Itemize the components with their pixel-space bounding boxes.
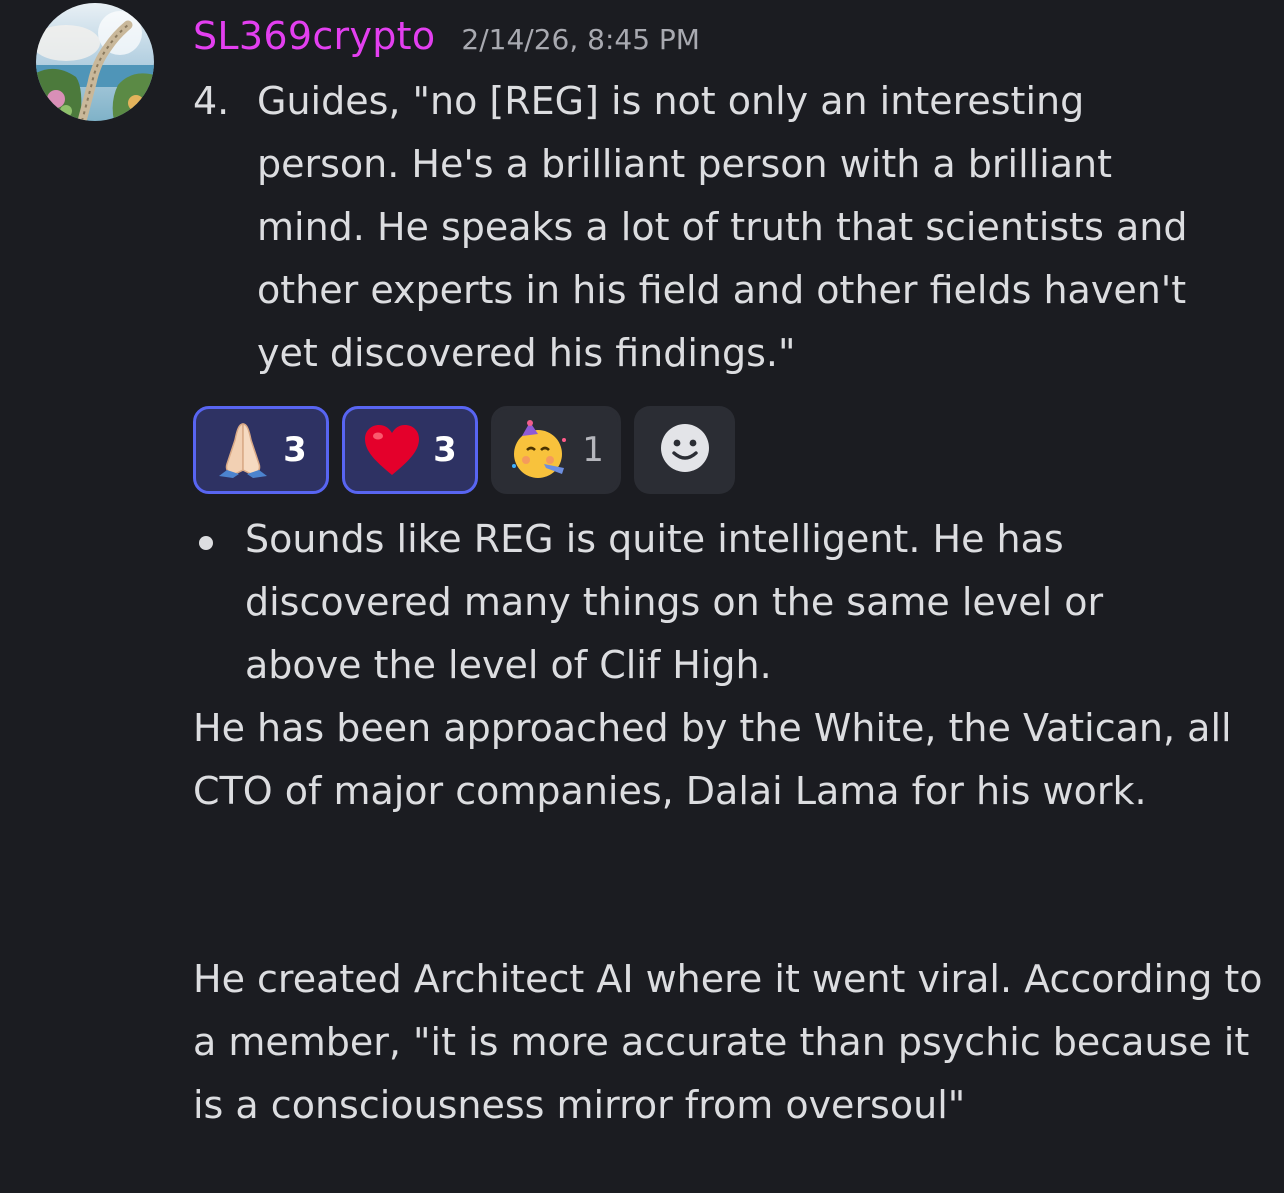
- add-reaction-button[interactable]: [634, 406, 735, 494]
- red-heart-icon: [363, 423, 421, 477]
- message-timestamp: 2/14/26, 8:45 PM: [461, 23, 700, 56]
- reaction-partying-face[interactable]: 1: [491, 406, 621, 494]
- reactions-bar: 3 3 1: [193, 406, 735, 494]
- reaction-count: 1: [582, 430, 604, 470]
- folded-hands-icon: [215, 420, 271, 480]
- numbered-list-item: 4. Guides, "no [REG] is not only an inte…: [193, 70, 1263, 385]
- bullet-list-item: Sounds like REG is quite intelligent. He…: [193, 508, 1263, 697]
- list-item-text: Guides, "no [REG] is not only an interes…: [257, 79, 1188, 375]
- partying-face-icon: [508, 420, 570, 480]
- reaction-count: 3: [433, 430, 457, 470]
- smiley-add-reaction-icon: [659, 422, 711, 478]
- message-paragraph: He created Architect AI where it went vi…: [193, 957, 1263, 1127]
- message-paragraph: He has been approached by the White, the…: [193, 706, 1232, 813]
- user-avatar[interactable]: [36, 3, 154, 121]
- reaction-folded-hands[interactable]: 3: [193, 406, 329, 494]
- bullet-dot: [199, 536, 213, 550]
- reaction-count: 3: [283, 430, 307, 470]
- reaction-red-heart[interactable]: 3: [342, 406, 478, 494]
- list-number: 4.: [193, 79, 230, 123]
- chat-message: SL369crypto 2/14/26, 8:45 PM 4. Guides, …: [0, 0, 1284, 1193]
- bullet-text: Sounds like REG is quite intelligent. He…: [245, 517, 1104, 687]
- message-header: SL369crypto 2/14/26, 8:45 PM: [193, 14, 700, 68]
- author-name[interactable]: SL369crypto: [193, 14, 435, 58]
